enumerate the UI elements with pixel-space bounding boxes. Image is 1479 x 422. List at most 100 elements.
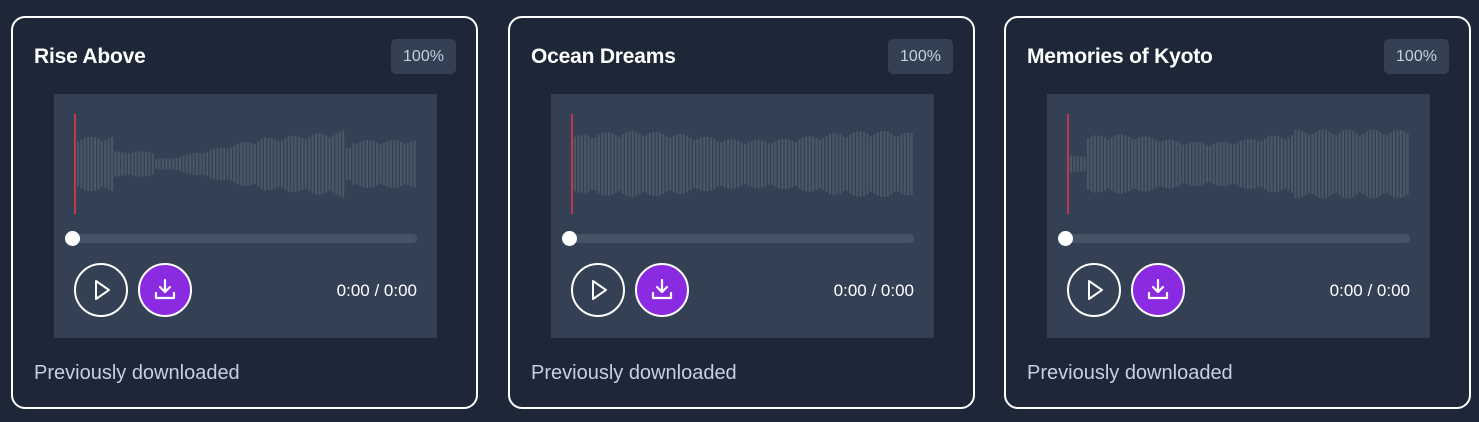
waveform-bar xyxy=(165,158,168,170)
waveform-bar xyxy=(1131,139,1134,189)
waveform-bar xyxy=(107,138,110,190)
waveform-bar xyxy=(328,137,331,191)
waveform-bar xyxy=(196,152,198,176)
waveform-bar xyxy=(1243,139,1246,189)
waveform-bar xyxy=(223,147,226,181)
waveform-bar xyxy=(778,139,780,189)
playhead-marker[interactable] xyxy=(571,114,573,214)
waveform-bar xyxy=(1362,133,1365,195)
waveform-bar xyxy=(859,131,862,197)
waveform-bar xyxy=(781,138,784,190)
play-button[interactable] xyxy=(74,263,128,317)
playhead-marker[interactable] xyxy=(74,114,76,214)
waveform[interactable] xyxy=(570,112,914,216)
waveform-bar xyxy=(1117,134,1120,194)
waveform-bar xyxy=(591,137,593,191)
waveform-bar xyxy=(699,137,702,191)
waveform-bar xyxy=(1328,131,1331,197)
waveform-bar xyxy=(713,139,716,189)
progress-slider[interactable] xyxy=(65,231,417,246)
waveform-bar xyxy=(1294,129,1297,199)
download-button[interactable] xyxy=(635,263,689,317)
waveform-bar xyxy=(1100,136,1103,192)
waveform-bar xyxy=(311,134,314,194)
waveform-bar xyxy=(866,134,869,194)
waveform[interactable] xyxy=(73,112,417,216)
download-icon xyxy=(1147,278,1169,300)
waveform-bar xyxy=(1226,142,1229,186)
progress-thumb[interactable] xyxy=(1058,231,1073,246)
track-title: Rise Above xyxy=(34,45,146,68)
waveform-bar xyxy=(1165,139,1168,189)
waveform-bar xyxy=(396,140,399,188)
waveform-bar xyxy=(672,135,675,193)
waveform-bar xyxy=(216,147,219,181)
waveform-bar xyxy=(893,136,896,192)
waveform-bar xyxy=(257,141,260,187)
waveform-bar xyxy=(1185,144,1188,184)
waveform-bar xyxy=(720,142,723,186)
waveform-bar xyxy=(100,140,103,188)
waveform-bar xyxy=(1246,138,1249,190)
waveform-bar xyxy=(202,153,205,175)
waveform-bar xyxy=(669,137,672,191)
waveform[interactable] xyxy=(1066,112,1410,216)
waveform-bar xyxy=(366,140,368,188)
waveform-bar xyxy=(1141,136,1144,192)
waveform-bar xyxy=(233,145,236,183)
waveform-bar xyxy=(308,136,311,192)
waveform-bar xyxy=(158,158,161,170)
waveform-bar xyxy=(243,142,246,186)
download-button[interactable] xyxy=(138,263,192,317)
waveform-bar xyxy=(1104,137,1106,191)
waveform-bar xyxy=(1127,137,1130,191)
waveform-bar xyxy=(1233,144,1236,184)
waveform-bar xyxy=(1304,132,1307,196)
waveform-bar xyxy=(1114,135,1117,193)
waveform-bar xyxy=(832,133,835,195)
waveform-bar xyxy=(659,132,661,196)
waveform-bar xyxy=(696,139,699,189)
waveform-bar xyxy=(890,133,893,195)
waveform-bar xyxy=(604,132,607,196)
waveform-bar xyxy=(77,141,79,187)
waveform-bar xyxy=(1369,130,1372,198)
waveform-bar xyxy=(730,139,733,189)
waveform-bar xyxy=(856,131,859,197)
progress-slider[interactable] xyxy=(1058,231,1410,246)
waveform-bar xyxy=(747,142,750,186)
waveform-bar xyxy=(601,133,604,195)
waveform-bar xyxy=(192,152,195,176)
waveform-bar xyxy=(342,130,345,198)
waveform-bar xyxy=(907,132,910,196)
waveform-bar xyxy=(1178,142,1181,186)
waveform-bar xyxy=(1365,131,1368,197)
waveform-bar xyxy=(1338,132,1341,196)
waveform-bar xyxy=(148,152,151,176)
play-button[interactable] xyxy=(571,263,625,317)
progress-slider[interactable] xyxy=(562,231,914,246)
waveform-bar xyxy=(1335,135,1338,193)
waveform-bar xyxy=(679,133,682,195)
time-readout: 0:00 / 0:00 xyxy=(1329,281,1410,300)
waveform-bar xyxy=(863,132,865,196)
waveform-bar xyxy=(703,136,706,192)
waveform-bar xyxy=(842,136,845,192)
waveform-bar xyxy=(706,136,709,192)
waveform-bar xyxy=(291,135,294,193)
waveform-bar xyxy=(1107,139,1110,189)
waveform-bar xyxy=(1253,139,1256,189)
play-button[interactable] xyxy=(1067,263,1121,317)
waveform-bar xyxy=(386,141,389,187)
playhead-marker[interactable] xyxy=(1067,114,1069,214)
progress-thumb[interactable] xyxy=(65,231,80,246)
waveform-bar xyxy=(87,136,90,192)
waveform-bar xyxy=(744,144,746,184)
waveform-bar xyxy=(1389,132,1392,196)
download-button[interactable] xyxy=(1131,263,1185,317)
progress-thumb[interactable] xyxy=(562,231,577,246)
waveform-bar xyxy=(355,143,358,185)
waveform-bar xyxy=(655,131,658,197)
waveform-bar xyxy=(846,137,848,191)
waveform-bar xyxy=(1110,137,1113,191)
